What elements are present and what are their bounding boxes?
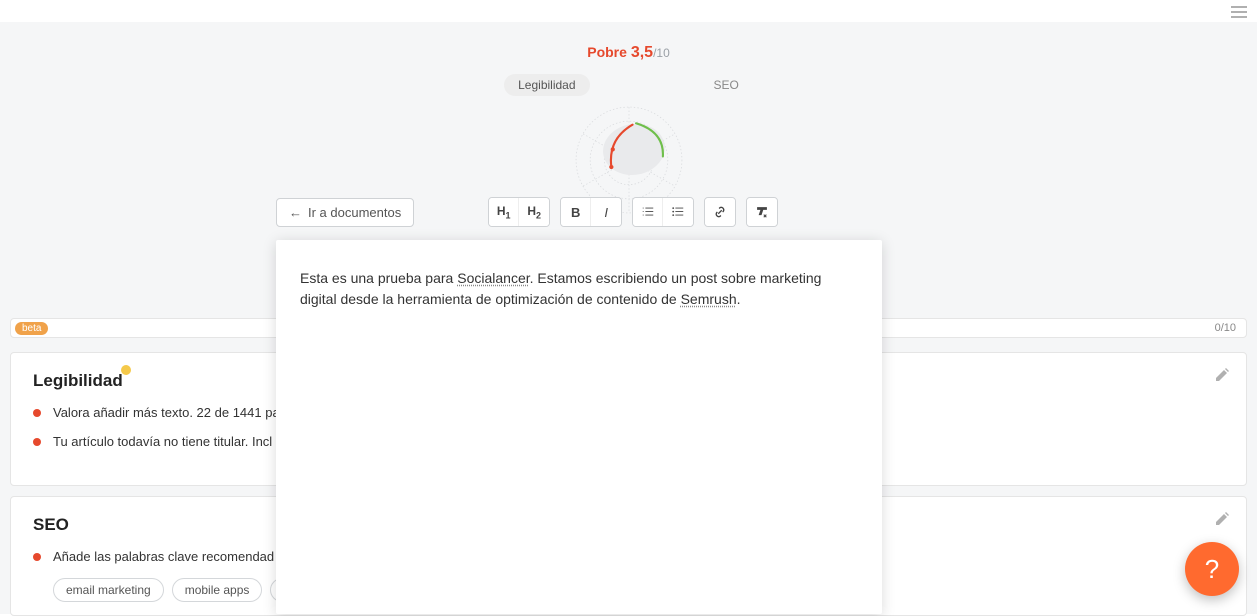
- bullet-icon: [33, 438, 41, 446]
- list-item-text: Añade las palabras clave recomendad: [53, 549, 274, 564]
- clear-format-button[interactable]: [747, 198, 777, 226]
- link-semrush[interactable]: Semrush: [681, 291, 737, 307]
- score-pills: Legibilidad SEO: [0, 74, 1257, 96]
- help-fab[interactable]: ?: [1185, 542, 1239, 596]
- bullet-icon: [33, 553, 41, 561]
- link-icon: [713, 205, 727, 219]
- h2-button[interactable]: H2: [519, 198, 549, 226]
- progress-score: 0/10: [1215, 322, 1236, 334]
- keyword-tag[interactable]: email marketing: [53, 578, 164, 602]
- h1-button[interactable]: H1: [489, 198, 519, 226]
- card-title-text: Legibilidad: [33, 371, 123, 390]
- unordered-list-button[interactable]: [663, 198, 693, 226]
- editor-text: .: [737, 291, 741, 307]
- heading-group: H1 H2: [488, 197, 550, 227]
- notification-dot-icon: [121, 365, 131, 375]
- score-value: 3,5: [631, 44, 653, 61]
- bold-button[interactable]: B: [561, 198, 591, 226]
- beta-badge: beta: [15, 322, 48, 335]
- pill-seo[interactable]: SEO: [700, 74, 753, 96]
- back-button[interactable]: ← Ir a documentos: [276, 198, 414, 227]
- help-icon: ?: [1205, 554, 1219, 585]
- edit-icon[interactable]: [1214, 367, 1230, 388]
- back-button-label: Ir a documentos: [308, 205, 401, 220]
- list-item-text: Tu artículo todavía no tiene titular. In…: [53, 434, 272, 449]
- score-max: /10: [653, 46, 670, 60]
- editor-text: Esta es una prueba para: [300, 270, 457, 286]
- italic-button[interactable]: I: [591, 198, 621, 226]
- hamburger-menu-icon[interactable]: [1231, 6, 1247, 18]
- bullet-icon: [33, 409, 41, 417]
- unordered-list-icon: [671, 205, 685, 219]
- arrow-left-icon: ←: [289, 205, 302, 220]
- edit-icon[interactable]: [1214, 511, 1230, 532]
- clear-group: [746, 197, 778, 227]
- editor-paragraph: Esta es una prueba para Socialancer. Est…: [300, 268, 858, 310]
- ordered-list-icon: [641, 205, 655, 219]
- link-group: [704, 197, 736, 227]
- score-label: Pobre: [587, 44, 627, 60]
- pill-legibilidad[interactable]: Legibilidad: [504, 74, 589, 96]
- ordered-list-button[interactable]: [633, 198, 663, 226]
- emphasis-group: B I: [560, 197, 622, 227]
- editor-toolbar: ← Ir a documentos H1 H2 B I: [276, 197, 778, 227]
- list-group: [632, 197, 694, 227]
- link-socialancer[interactable]: Socialancer: [457, 270, 529, 286]
- clear-format-icon: [755, 205, 769, 219]
- card-legibilidad-title: Legibilidad: [33, 371, 123, 391]
- score-header: Pobre 3,5/10: [0, 44, 1257, 62]
- link-button[interactable]: [705, 198, 735, 226]
- card-seo-title: SEO: [33, 515, 69, 535]
- list-item-text: Valora añadir más texto. 22 de 1441 pa: [53, 405, 280, 420]
- editor-textarea[interactable]: Esta es una prueba para Socialancer. Est…: [276, 240, 882, 614]
- keyword-tag[interactable]: mobile apps: [172, 578, 263, 602]
